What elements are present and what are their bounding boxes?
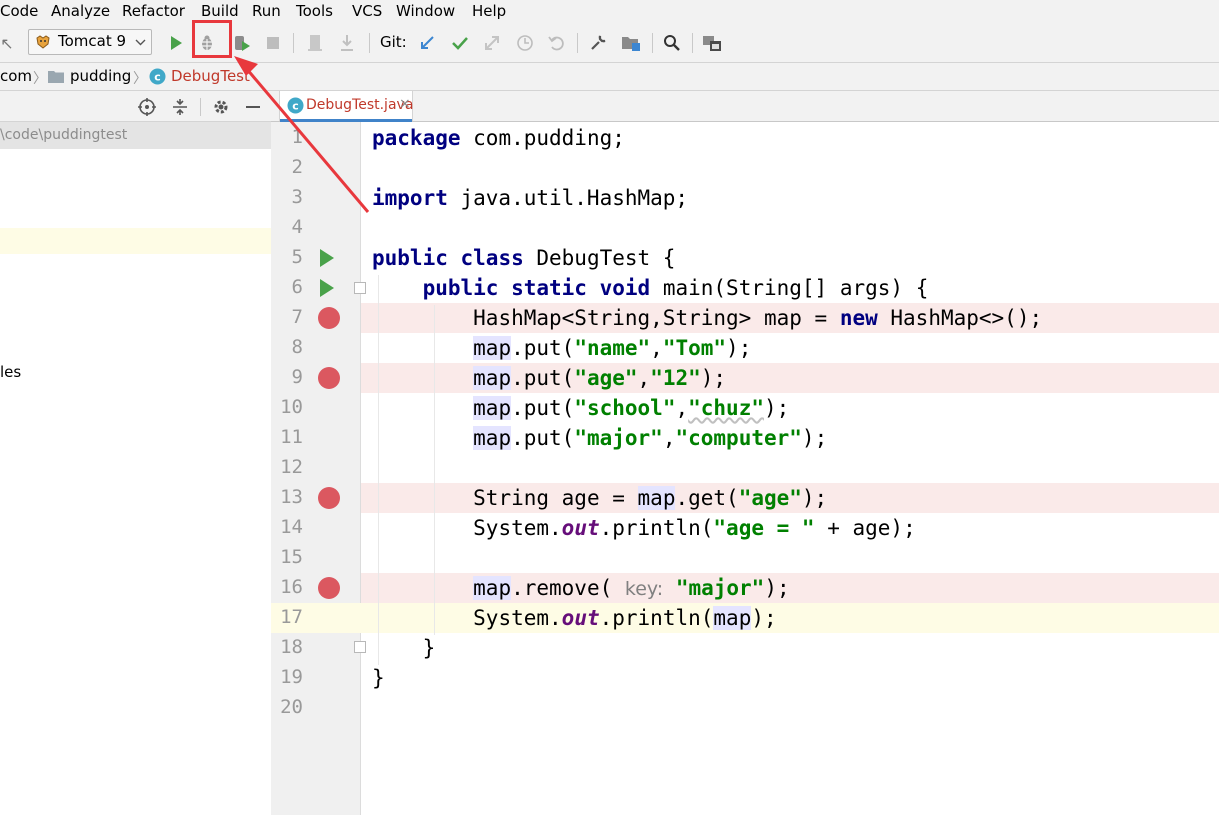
- annotation-arrow: [234, 56, 370, 213]
